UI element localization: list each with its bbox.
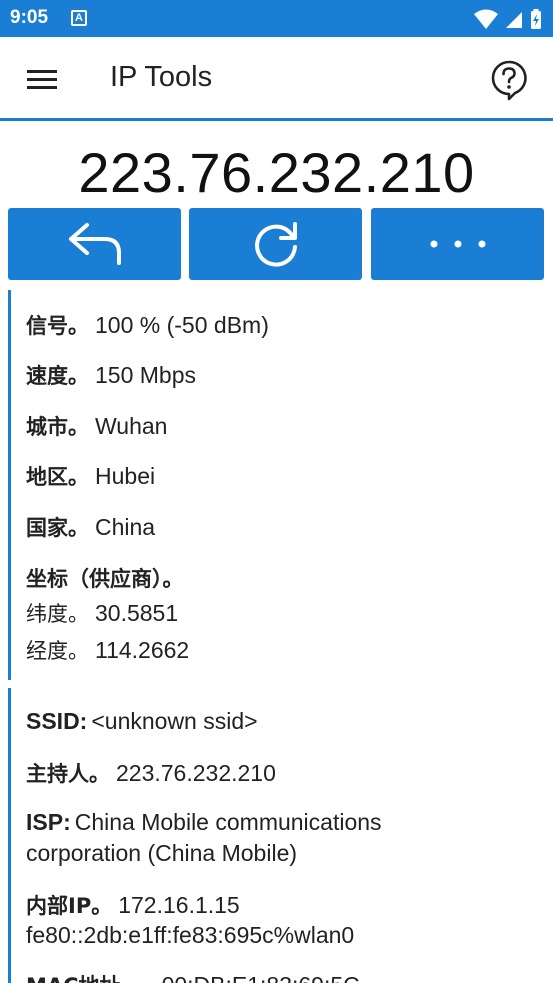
internal-ip-row: 内部IP。 172.16.1.15 — [26, 890, 240, 920]
latitude-value: 30.5851 — [95, 600, 179, 626]
signal-value: 100 % (-50 dBm) — [95, 312, 269, 338]
back-arrow-icon — [68, 223, 121, 265]
city-value: Wuhan — [95, 413, 168, 439]
more-horizontal-icon — [430, 240, 485, 248]
mac-value: 00:DB:E1:83:69:5C — [162, 972, 360, 983]
hamburger-menu-icon[interactable] — [22, 61, 62, 97]
app-title: IP Tools — [110, 61, 213, 93]
wifi-icon — [473, 9, 498, 29]
ssid-label: SSID: — [26, 708, 88, 734]
host-label: 主持人。 — [26, 762, 110, 786]
more-button[interactable] — [371, 208, 544, 280]
speed-label: 速度。 — [26, 364, 89, 388]
latitude-label: 纬度。 — [26, 602, 89, 626]
refresh-icon — [254, 222, 297, 267]
region-row: 地区。 Hubei — [26, 461, 155, 491]
status-time: 9:05 — [10, 7, 49, 28]
isp-value-line1: China Mobile communications — [74, 809, 382, 835]
notification-a-icon: A — [71, 10, 87, 26]
app-bar: IP Tools — [0, 37, 553, 121]
internal-ipv6-row: fe80::2db:e1ff:fe83:695c%wlan0 — [26, 922, 354, 949]
longitude-row: 经度。 114.2662 — [26, 635, 189, 665]
speed-row: 速度。 150 Mbps — [26, 360, 196, 390]
refresh-button[interactable] — [189, 208, 362, 280]
action-row — [8, 208, 545, 280]
internal-ip-value: 172.16.1.15 — [118, 892, 240, 918]
signal-label: 信号。 — [26, 314, 89, 338]
host-value: 223.76.232.210 — [116, 760, 276, 786]
country-label: 国家。 — [26, 516, 89, 540]
region-value: Hubei — [95, 463, 156, 489]
latitude-row: 纬度。 30.5851 — [26, 598, 178, 628]
isp-row: ISP: China Mobile communications — [26, 809, 382, 836]
longitude-label: 经度。 — [26, 639, 89, 663]
status-bar: 9:05 A — [0, 0, 553, 37]
speed-value: 150 Mbps — [95, 362, 197, 388]
coords-label: 坐标（供应商）。 — [26, 567, 184, 591]
network-info-card: 信号。 100 % (-50 dBm) 速度。 150 Mbps 城市。 Wuhan … — [8, 290, 553, 680]
signal-row: 信号。 100 % (-50 dBm) — [26, 310, 269, 340]
region-label: 地区。 — [26, 465, 89, 489]
back-button[interactable] — [8, 208, 181, 280]
city-label: 城市。 — [26, 415, 89, 439]
isp-row-cont: corporation (China Mobile) — [26, 840, 297, 867]
connection-info-card: SSID: <unknown ssid> 主持人。 223.76.232.210 I… — [8, 688, 553, 983]
country-value: China — [95, 514, 156, 540]
coords-heading: 坐标（供应商）。 — [26, 563, 184, 593]
ssid-row: SSID: <unknown ssid> — [26, 708, 258, 735]
isp-label: ISP: — [26, 809, 71, 835]
isp-value-line2: corporation (China Mobile) — [26, 840, 298, 866]
mac-label: MAC地址。 — [26, 974, 142, 983]
ip-address: 223.76.232.210 — [78, 141, 475, 204]
help-icon[interactable] — [489, 59, 529, 101]
city-row: 城市。 Wuhan — [26, 411, 167, 441]
status-icons — [473, 8, 543, 30]
ssid-value: <unknown ssid> — [91, 708, 258, 734]
battery-charging-icon — [531, 9, 541, 29]
country-row: 国家。 China — [26, 512, 155, 542]
internal-ipv6-value: fe80::2db:e1ff:fe83:695c%wlan0 — [26, 922, 355, 948]
host-row: 主持人。 223.76.232.210 — [26, 758, 276, 788]
mac-row: MAC地址。 00:DB:E1:83:69:5C — [26, 970, 360, 983]
internal-ip-label: 内部IP。 — [26, 894, 113, 918]
longitude-value: 114.2662 — [95, 637, 190, 663]
cell-signal-icon — [505, 12, 522, 28]
